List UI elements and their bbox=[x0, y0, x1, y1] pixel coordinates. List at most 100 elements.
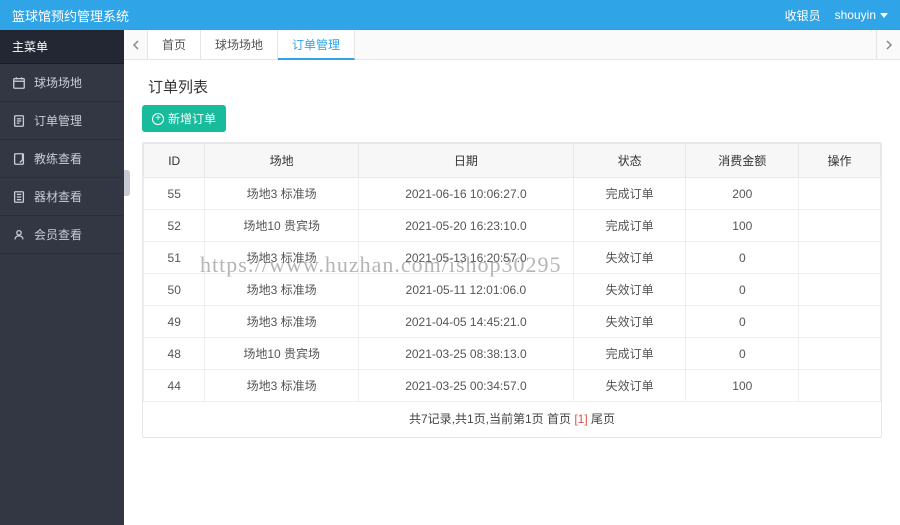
list-icon bbox=[12, 190, 26, 204]
add-button-label: 新增订单 bbox=[168, 110, 216, 127]
sidebar-item-orders[interactable]: 订单管理 bbox=[0, 102, 124, 140]
cell-amount: 0 bbox=[686, 242, 799, 274]
cell-amount: 0 bbox=[686, 306, 799, 338]
cell-op bbox=[799, 338, 881, 370]
cell-status: 完成订单 bbox=[573, 210, 686, 242]
tab-orders[interactable]: 订单管理 bbox=[278, 30, 355, 60]
cell-amount: 100 bbox=[686, 210, 799, 242]
col-id: ID bbox=[144, 144, 205, 178]
cell-venue: 场地3 标准场 bbox=[205, 178, 359, 210]
cell-venue: 场地10 贵宾场 bbox=[205, 338, 359, 370]
cell-venue: 场地10 贵宾场 bbox=[205, 210, 359, 242]
sidebar-item-label: 器材查看 bbox=[34, 188, 82, 205]
cell-venue: 场地3 标准场 bbox=[205, 274, 359, 306]
cell-date: 2021-05-20 16:23:10.0 bbox=[358, 210, 573, 242]
pager-current[interactable]: [1] bbox=[574, 412, 587, 426]
cell-op bbox=[799, 306, 881, 338]
cell-date: 2021-05-11 12:01:06.0 bbox=[358, 274, 573, 306]
sidebar-item-label: 教练查看 bbox=[34, 150, 82, 167]
cell-id: 55 bbox=[144, 178, 205, 210]
tabs-scroll-left[interactable] bbox=[124, 30, 148, 59]
cell-status: 失效订单 bbox=[573, 306, 686, 338]
sidebar-title: 主菜单 bbox=[0, 30, 124, 64]
cell-op bbox=[799, 210, 881, 242]
content: 首页 球场场地 订单管理 订单列表 + 新增订单 ID 场地 日期 bbox=[124, 30, 900, 525]
calendar-icon bbox=[12, 76, 26, 90]
plus-circle-icon: + bbox=[152, 113, 164, 125]
clipboard-icon bbox=[12, 114, 26, 128]
cell-status: 完成订单 bbox=[573, 178, 686, 210]
cell-amount: 100 bbox=[686, 370, 799, 402]
user-name: shouyin bbox=[835, 8, 876, 22]
col-op: 操作 bbox=[799, 144, 881, 178]
cell-op bbox=[799, 178, 881, 210]
pager: 共7记录,共1页,当前第1页 首页 [1] 尾页 bbox=[143, 402, 881, 427]
cell-status: 失效订单 bbox=[573, 274, 686, 306]
col-status: 状态 bbox=[573, 144, 686, 178]
cell-date: 2021-06-16 10:06:27.0 bbox=[358, 178, 573, 210]
table-header-row: ID 场地 日期 状态 消费金额 操作 bbox=[144, 144, 881, 178]
panel-title: 订单列表 bbox=[148, 76, 882, 97]
table-card: ID 场地 日期 状态 消费金额 操作 55场地3 标准场2021-06-16 … bbox=[142, 142, 882, 438]
cell-id: 51 bbox=[144, 242, 205, 274]
sidebar-item-label: 订单管理 bbox=[34, 112, 82, 129]
user-icon bbox=[12, 228, 26, 242]
sidebar-item-label: 球场场地 bbox=[34, 74, 82, 91]
cell-date: 2021-03-25 00:34:57.0 bbox=[358, 370, 573, 402]
cell-date: 2021-03-25 08:38:13.0 bbox=[358, 338, 573, 370]
cell-date: 2021-05-13 16:20:57.0 bbox=[358, 242, 573, 274]
sidebar-item-label: 会员查看 bbox=[34, 226, 82, 243]
col-venue: 场地 bbox=[205, 144, 359, 178]
sidebar-item-equipment[interactable]: 器材查看 bbox=[0, 178, 124, 216]
user-dropdown[interactable]: shouyin bbox=[835, 8, 888, 22]
sidebar-item-coaches[interactable]: 教练查看 bbox=[0, 140, 124, 178]
tab-venues[interactable]: 球场场地 bbox=[201, 30, 278, 59]
cell-id: 48 bbox=[144, 338, 205, 370]
panel: 订单列表 + 新增订单 ID 场地 日期 状态 消费金额 操作 bbox=[124, 60, 900, 446]
cell-date: 2021-04-05 14:45:21.0 bbox=[358, 306, 573, 338]
table-row: 49场地3 标准场2021-04-05 14:45:21.0失效订单0 bbox=[144, 306, 881, 338]
cell-status: 失效订单 bbox=[573, 370, 686, 402]
cell-amount: 0 bbox=[686, 338, 799, 370]
cell-id: 49 bbox=[144, 306, 205, 338]
pager-suffix: 尾页 bbox=[588, 412, 615, 426]
cell-id: 52 bbox=[144, 210, 205, 242]
cell-venue: 场地3 标准场 bbox=[205, 306, 359, 338]
col-amount: 消费金额 bbox=[686, 144, 799, 178]
add-order-button[interactable]: + 新增订单 bbox=[142, 105, 226, 132]
topbar: 篮球馆预约管理系统 收银员 shouyin bbox=[0, 0, 900, 30]
cell-op bbox=[799, 370, 881, 402]
pager-text: 共7记录,共1页,当前第1页 首页 bbox=[409, 412, 574, 426]
orders-table: ID 场地 日期 状态 消费金额 操作 55场地3 标准场2021-06-16 … bbox=[143, 143, 881, 402]
sidebar: 主菜单 球场场地 订单管理 教练查看 器材查看 会员查看 bbox=[0, 30, 124, 525]
tab-home[interactable]: 首页 bbox=[148, 30, 201, 59]
table-row: 51场地3 标准场2021-05-13 16:20:57.0失效订单0 bbox=[144, 242, 881, 274]
table-row: 50场地3 标准场2021-05-11 12:01:06.0失效订单0 bbox=[144, 274, 881, 306]
table-row: 48场地10 贵宾场2021-03-25 08:38:13.0完成订单0 bbox=[144, 338, 881, 370]
tabs: 首页 球场场地 订单管理 bbox=[124, 30, 900, 60]
cell-status: 完成订单 bbox=[573, 338, 686, 370]
cell-id: 50 bbox=[144, 274, 205, 306]
cell-op bbox=[799, 274, 881, 306]
cell-venue: 场地3 标准场 bbox=[205, 370, 359, 402]
topbar-right: 收银员 shouyin bbox=[785, 7, 888, 24]
cell-status: 失效订单 bbox=[573, 242, 686, 274]
user-role[interactable]: 收银员 bbox=[785, 7, 821, 24]
sidebar-item-venues[interactable]: 球场场地 bbox=[0, 64, 124, 102]
caret-down-icon bbox=[880, 13, 888, 18]
note-icon bbox=[12, 152, 26, 166]
app-brand: 篮球馆预约管理系统 bbox=[12, 6, 129, 25]
cell-amount: 0 bbox=[686, 274, 799, 306]
sidebar-item-members[interactable]: 会员查看 bbox=[0, 216, 124, 254]
chevron-left-icon bbox=[132, 40, 140, 50]
cell-venue: 场地3 标准场 bbox=[205, 242, 359, 274]
table-row: 52场地10 贵宾场2021-05-20 16:23:10.0完成订单100 bbox=[144, 210, 881, 242]
cell-op bbox=[799, 242, 881, 274]
cell-amount: 200 bbox=[686, 178, 799, 210]
tabs-scroll-right[interactable] bbox=[876, 30, 900, 59]
table-row: 44场地3 标准场2021-03-25 00:34:57.0失效订单100 bbox=[144, 370, 881, 402]
chevron-right-icon bbox=[885, 40, 893, 50]
cell-id: 44 bbox=[144, 370, 205, 402]
sidebar-grip[interactable] bbox=[124, 170, 130, 196]
table-row: 55场地3 标准场2021-06-16 10:06:27.0完成订单200 bbox=[144, 178, 881, 210]
